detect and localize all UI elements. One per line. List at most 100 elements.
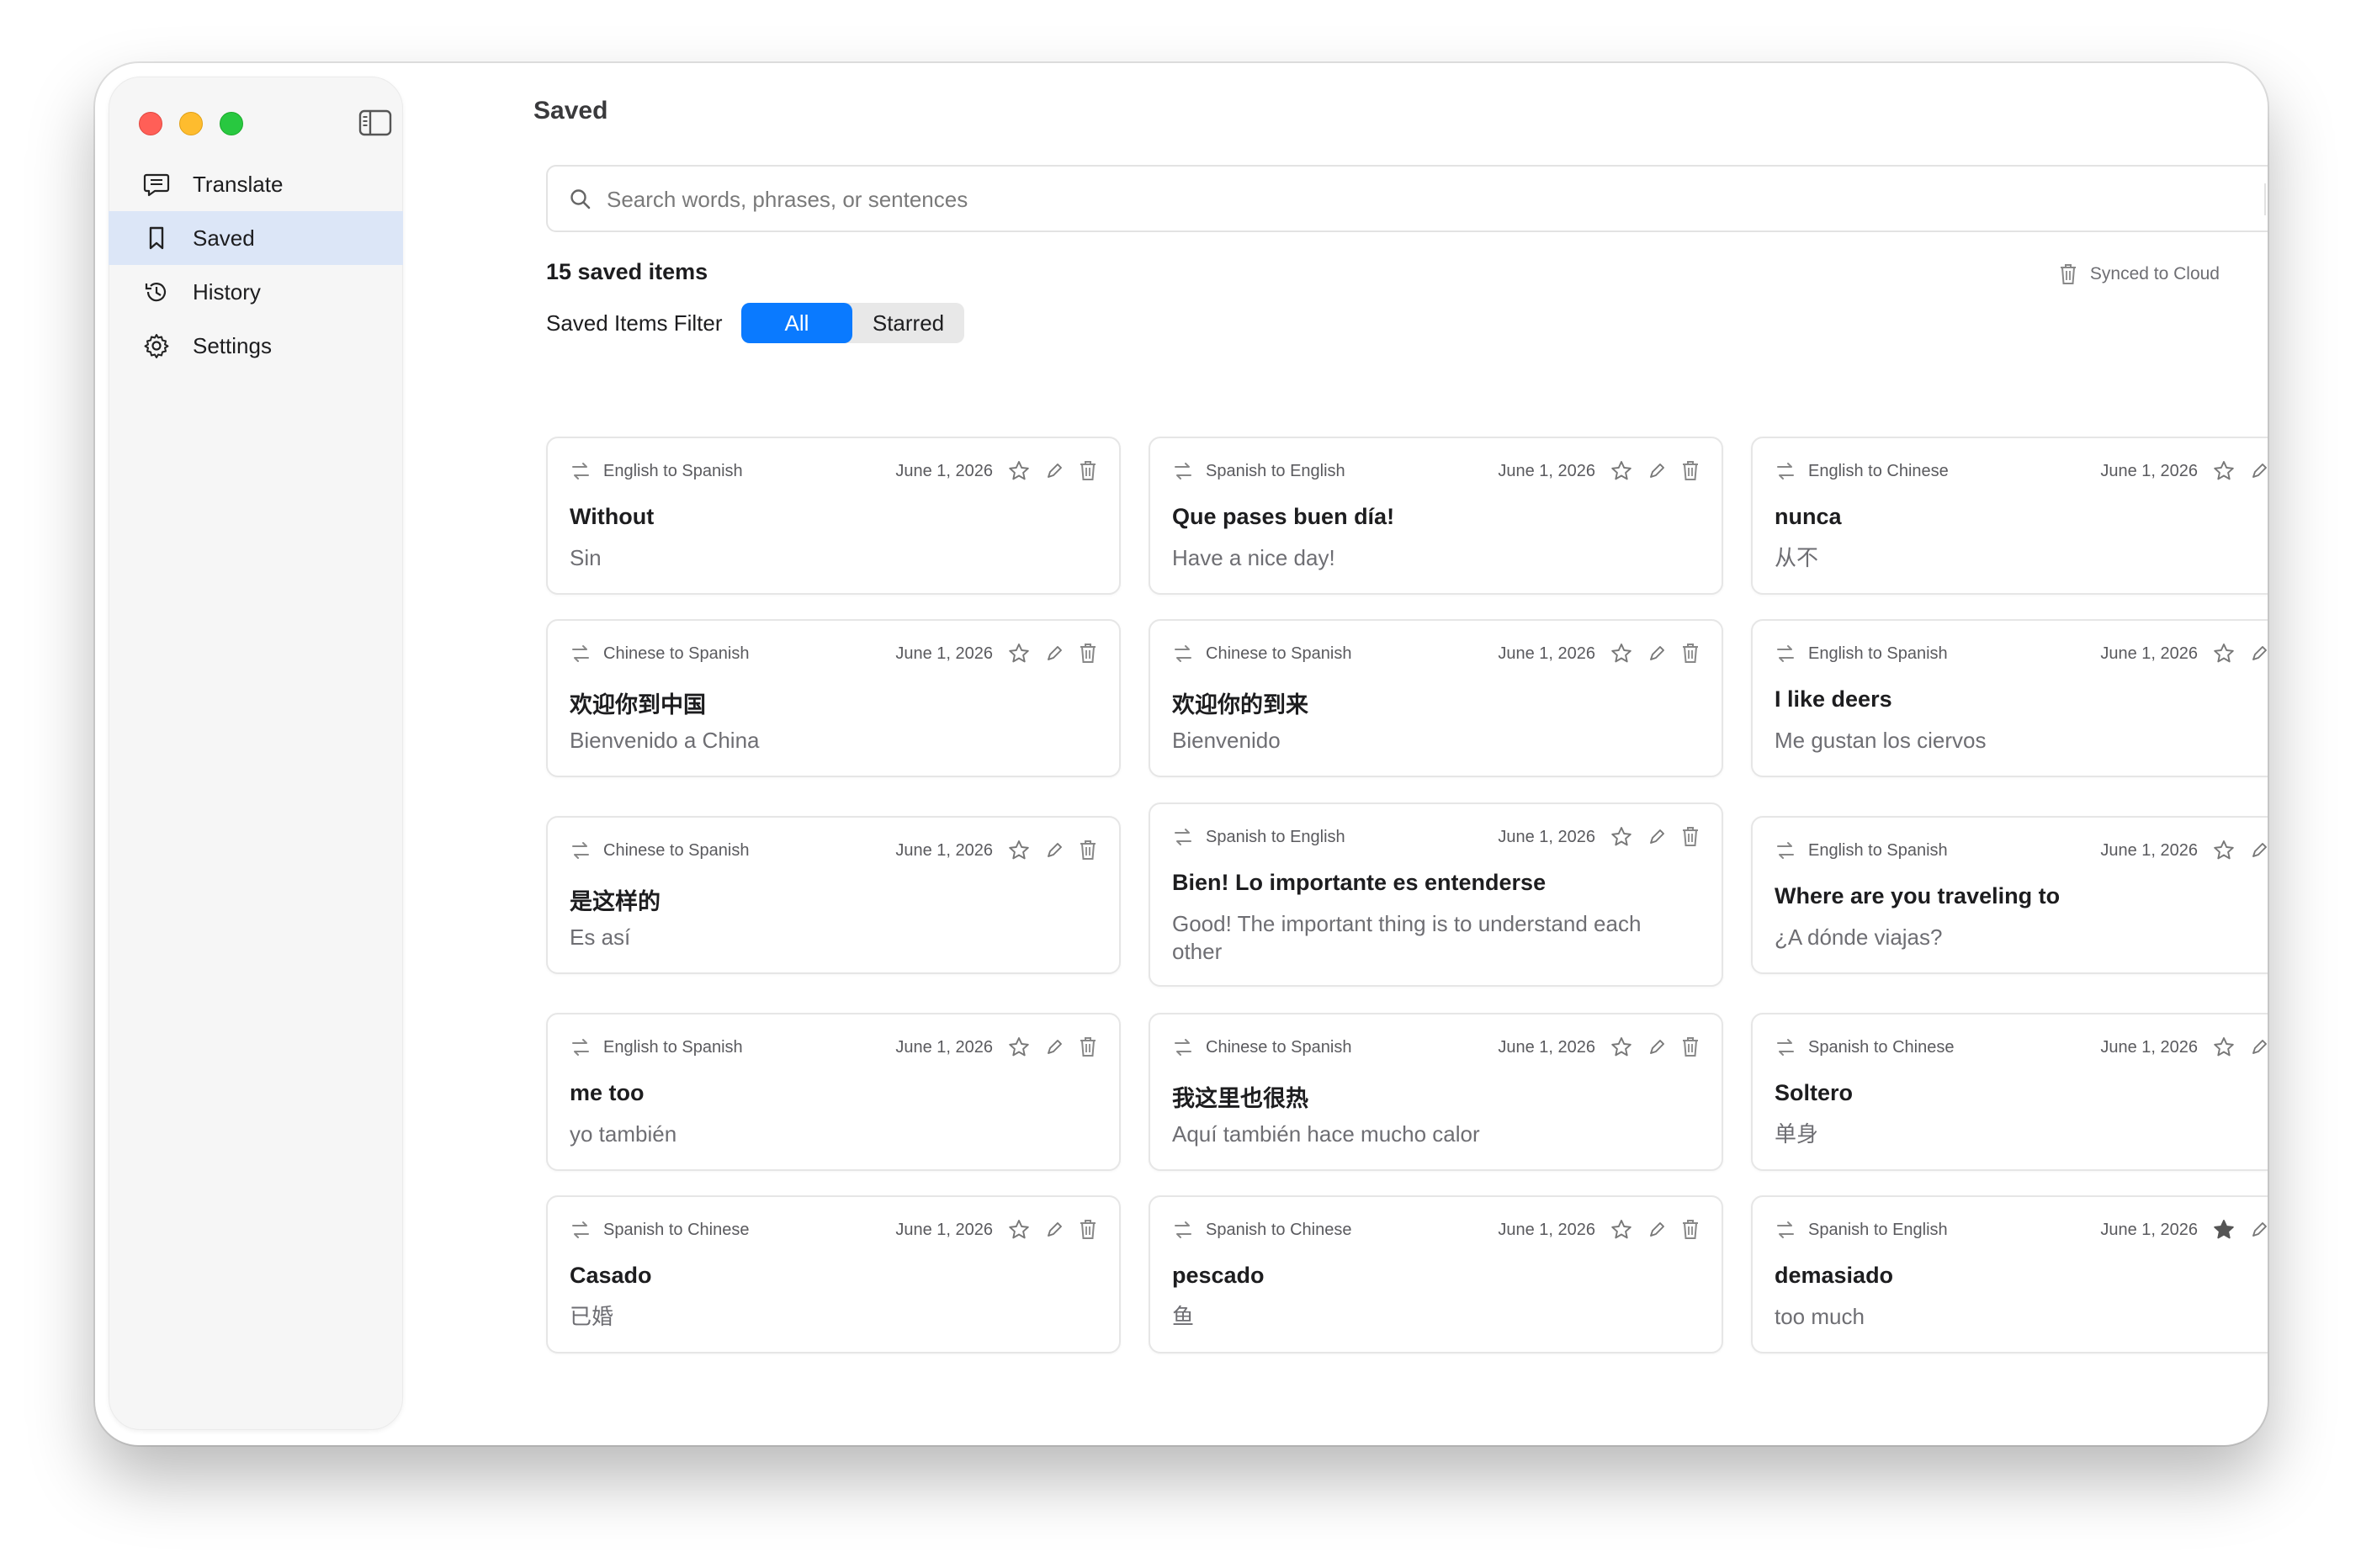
search-bar (546, 165, 2268, 232)
trash-icon[interactable] (1678, 824, 1703, 850)
star-icon[interactable] (1006, 838, 1032, 863)
star-icon[interactable] (1609, 641, 1634, 666)
trash-icon[interactable] (1075, 458, 1101, 484)
star-icon[interactable] (1609, 1035, 1634, 1060)
trash-icon[interactable] (1075, 1217, 1101, 1242)
sidebar-toggle-icon[interactable] (358, 109, 392, 136)
swap-icon (1172, 826, 1194, 848)
translated-text: 单身 (1775, 1121, 1819, 1147)
saved-date: June 1, 2026 (895, 1221, 993, 1239)
edit-icon[interactable] (1644, 824, 1669, 850)
translation-direction: English to Spanish (1775, 643, 1948, 665)
star-icon[interactable] (2211, 1217, 2236, 1242)
star-icon[interactable] (1006, 1217, 1032, 1242)
direction-label: English to Spanish (603, 461, 743, 480)
app-window: Translate Saved History Settings Saved S… (95, 63, 2268, 1445)
sidebar-item-translate[interactable]: Translate (109, 157, 403, 211)
swap-icon (1775, 1036, 1796, 1058)
source-text: demasiado (1775, 1263, 1894, 1288)
star-icon[interactable] (1006, 458, 1032, 484)
edit-icon[interactable] (1644, 1035, 1669, 1060)
saved-item-card[interactable]: Chinese to Spanish June 1, 2026 我这里也很热 Aquí… (1149, 1013, 1723, 1171)
trash-icon[interactable] (1678, 1035, 1703, 1060)
edit-icon[interactable] (1042, 1035, 1067, 1060)
saved-item-card[interactable]: English to Spanish June 1, 2026 Without Sin (546, 437, 1121, 595)
saved-item-card[interactable]: Spanish to English June 1, 2026 Bien! Lo i… (1149, 803, 1723, 987)
swap-icon (1172, 460, 1194, 482)
source-text: I like deers (1775, 686, 1892, 712)
cloud-trash-icon (2058, 262, 2080, 286)
sidebar-item-label: Translate (193, 171, 284, 197)
minimize-window-button[interactable] (179, 112, 203, 135)
sidebar-item-history[interactable]: History (109, 265, 403, 319)
saved-item-card[interactable]: Chinese to Spanish June 1, 2026 是这样的 Es así (546, 816, 1121, 974)
star-icon[interactable] (1006, 1035, 1032, 1060)
edit-icon[interactable] (1042, 1217, 1067, 1242)
source-text: Que pases buen día! (1172, 504, 1395, 529)
saved-item-card[interactable]: English to Spanish June 1, 2026 me too yo t… (546, 1013, 1121, 1171)
saved-item-card[interactable]: Chinese to Spanish June 1, 2026 欢迎你到中国 Bien… (546, 619, 1121, 777)
search-icon (568, 187, 593, 212)
translated-text: 鱼 (1172, 1304, 1195, 1329)
translation-direction: Spanish to Chinese (1775, 1036, 1954, 1058)
saved-date: June 1, 2026 (895, 462, 993, 480)
translated-text: Have a nice day! (1172, 545, 1335, 570)
sidebar-item-settings[interactable]: Settings (109, 319, 403, 373)
trash-icon[interactable] (1678, 641, 1703, 666)
edit-icon[interactable] (1644, 641, 1669, 666)
edit-icon[interactable] (1644, 458, 1669, 484)
star-icon[interactable] (2211, 641, 2236, 666)
saved-date: June 1, 2026 (895, 1038, 993, 1057)
filter-starred-button[interactable]: Starred (852, 303, 964, 343)
edit-icon[interactable] (2247, 1035, 2268, 1060)
saved-date: June 1, 2026 (2100, 462, 2198, 480)
translation-direction: English to Spanish (570, 460, 743, 482)
star-icon[interactable] (2211, 1035, 2236, 1060)
translated-text: Sin (570, 545, 602, 570)
swap-icon (1172, 643, 1194, 665)
edit-icon[interactable] (2247, 641, 2268, 666)
sidebar-item-label: Saved (193, 225, 255, 251)
sidebar-item-saved[interactable]: Saved (109, 211, 403, 265)
star-icon[interactable] (1609, 458, 1634, 484)
saved-item-card[interactable]: Spanish to English June 1, 2026 demasiado t… (1751, 1195, 2268, 1353)
saved-item-card[interactable]: English to Spanish June 1, 2026 Where are … (1751, 816, 2268, 974)
saved-item-card[interactable]: Spanish to Chinese June 1, 2026 Casado 已婚 (546, 1195, 1121, 1353)
saved-item-card[interactable]: English to Spanish June 1, 2026 I like dee… (1751, 619, 2268, 777)
saved-item-card[interactable]: Spanish to Chinese June 1, 2026 Soltero 单身 (1751, 1013, 2268, 1171)
search-input[interactable] (607, 178, 2205, 220)
trash-icon[interactable] (1075, 641, 1101, 666)
filter-all-button[interactable]: All (741, 303, 852, 343)
translated-text: Bienvenido a China (570, 728, 760, 753)
source-text: Without (570, 504, 655, 529)
message-icon (142, 170, 171, 199)
edit-icon[interactable] (1042, 641, 1067, 666)
source-text: 欢迎你到中国 (570, 692, 706, 718)
edit-icon[interactable] (2247, 1217, 2268, 1242)
edit-icon[interactable] (2247, 458, 2268, 484)
edit-icon[interactable] (1042, 838, 1067, 863)
edit-icon[interactable] (2247, 838, 2268, 863)
zoom-window-button[interactable] (220, 112, 243, 135)
star-icon[interactable] (1609, 1217, 1634, 1242)
star-icon[interactable] (2211, 838, 2236, 863)
star-icon[interactable] (2211, 458, 2236, 484)
saved-item-card[interactable]: Chinese to Spanish June 1, 2026 欢迎你的到来 Bien… (1149, 619, 1723, 777)
trash-icon[interactable] (1678, 1217, 1703, 1242)
close-window-button[interactable] (139, 112, 162, 135)
edit-icon[interactable] (1644, 1217, 1669, 1242)
translated-text: Aquí también hace mucho calor (1172, 1121, 1480, 1147)
star-icon[interactable] (1006, 641, 1032, 666)
translation-direction: Chinese to Spanish (570, 643, 749, 665)
direction-label: English to Spanish (1808, 644, 1948, 663)
trash-icon[interactable] (1678, 458, 1703, 484)
clock-icon (142, 278, 171, 306)
saved-item-card[interactable]: Spanish to English June 1, 2026 Que pases … (1149, 437, 1723, 595)
trash-icon[interactable] (1075, 838, 1101, 863)
saved-item-card[interactable]: English to Chinese June 1, 2026 nunca 从不 (1751, 437, 2268, 595)
trash-icon[interactable] (1075, 1035, 1101, 1060)
star-icon[interactable] (1609, 824, 1634, 850)
saved-item-card[interactable]: Spanish to Chinese June 1, 2026 pescado 鱼 (1149, 1195, 1723, 1353)
translation-direction: English to Spanish (570, 1036, 743, 1058)
edit-icon[interactable] (1042, 458, 1067, 484)
